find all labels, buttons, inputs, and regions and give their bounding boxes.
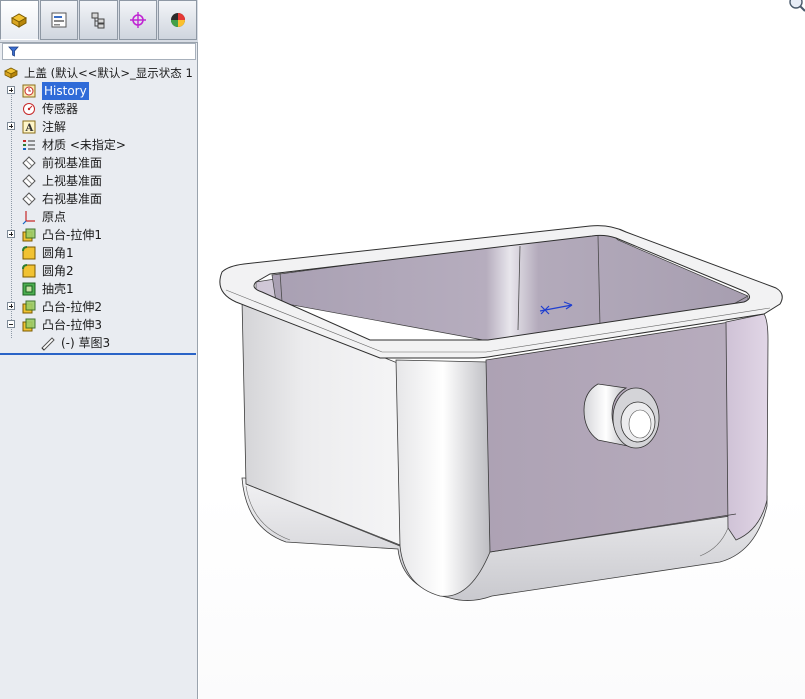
annotations-icon: A — [22, 120, 36, 134]
tree-item-label: 凸台-拉伸1 — [42, 228, 102, 242]
tree-root-label: 上盖 (默认<<默认>_显示状态 1 — [24, 66, 193, 80]
filter-icon — [8, 46, 19, 57]
tree-item-label: 右视基准面 — [42, 192, 103, 206]
tree-item-label: 圆角2 — [42, 264, 74, 278]
tree-filter[interactable] — [2, 43, 196, 60]
zoom-to-fit-icon[interactable] — [788, 0, 805, 12]
tree-item-label: (-) 草图3 — [61, 336, 111, 350]
feature-manager-tab[interactable] — [0, 0, 39, 40]
svg-text:A: A — [25, 123, 34, 134]
collapse-toggle[interactable] — [7, 320, 15, 328]
tree-item[interactable]: History — [0, 82, 198, 100]
material-icon — [23, 140, 35, 150]
expand-toggle[interactable] — [7, 230, 15, 238]
tree-item[interactable]: 凸台-拉伸2 — [0, 298, 198, 316]
tree-item-label: History — [42, 82, 89, 100]
tree-item[interactable]: 抽壳1 — [0, 280, 198, 298]
tree-item[interactable]: 材质 <未指定> — [0, 136, 198, 154]
tree-item[interactable]: 凸台-拉伸1 — [0, 226, 198, 244]
tree-item-label: 上视基准面 — [42, 174, 103, 188]
appearance-icon — [170, 13, 185, 27]
tree-item-label: 凸台-拉伸2 — [42, 300, 102, 314]
configuration-icon — [91, 12, 105, 29]
tree-item-label: 注解 — [42, 120, 67, 134]
tree-item[interactable]: 前视基准面 — [0, 154, 198, 172]
tree-item-label: 材质 <未指定> — [42, 138, 126, 152]
sensors-icon — [23, 103, 35, 115]
history-icon — [22, 84, 36, 98]
tree-item[interactable]: 上视基准面 — [0, 172, 198, 190]
plane-icon — [22, 192, 36, 206]
tree-root-part[interactable]: 上盖 (默认<<默认>_显示状态 1 — [0, 64, 198, 82]
expand-toggle[interactable] — [7, 86, 15, 94]
sink-shell-model[interactable] — [199, 0, 805, 699]
fillet-icon — [22, 264, 36, 278]
feature-tree-icon — [11, 13, 28, 28]
tree-item[interactable]: 圆角2 — [0, 262, 198, 280]
crosshair-icon — [130, 12, 147, 28]
fillet-icon — [22, 246, 36, 260]
property-manager-tab[interactable] — [39, 0, 79, 40]
tree-item[interactable]: 右视基准面 — [0, 190, 198, 208]
tree-item[interactable]: 原点 — [0, 208, 198, 226]
tree-item[interactable]: 圆角1 — [0, 244, 198, 262]
display-manager-tab[interactable] — [158, 0, 197, 40]
tree-item[interactable]: 凸台-拉伸3 — [0, 316, 198, 334]
dimxpert-tab[interactable] — [118, 0, 158, 40]
shell-icon — [22, 282, 36, 296]
front-corner-face — [395, 359, 491, 597]
expand-toggle[interactable] — [7, 122, 15, 130]
configuration-manager-tab[interactable] — [79, 0, 118, 40]
tree-item[interactable]: 传感器 — [0, 100, 198, 118]
feature-manager-panel: 上盖 (默认<<默认>_显示状态 1 History 传感器 A 注解材质 <未指定>… — [0, 0, 198, 699]
tree-item-label: 原点 — [42, 210, 67, 224]
origin-icon — [22, 211, 35, 225]
sketch-icon — [41, 337, 55, 351]
plane-icon — [22, 174, 36, 188]
extrude-icon — [22, 318, 36, 332]
tree-item[interactable]: (-) 草图3 — [0, 334, 198, 352]
tree-item-label: 抽壳1 — [42, 282, 74, 296]
tree-item[interactable]: A 注解 — [0, 118, 198, 136]
tree-item-label: 传感器 — [42, 102, 79, 116]
property-icon — [51, 12, 67, 28]
tree-item-label: 前视基准面 — [42, 156, 103, 170]
graphics-area[interactable] — [199, 0, 805, 699]
extrude-icon — [22, 228, 36, 242]
right-corner-face — [725, 313, 769, 541]
rollback-bar[interactable] — [0, 353, 196, 355]
extrude-icon — [22, 300, 36, 314]
part-icon — [4, 67, 18, 79]
tree-item-label: 凸台-拉伸3 — [42, 318, 102, 332]
tree-item-label: 圆角1 — [42, 246, 74, 260]
plane-icon — [22, 156, 36, 170]
panel-tabs — [0, 0, 198, 43]
expand-toggle[interactable] — [7, 302, 15, 310]
